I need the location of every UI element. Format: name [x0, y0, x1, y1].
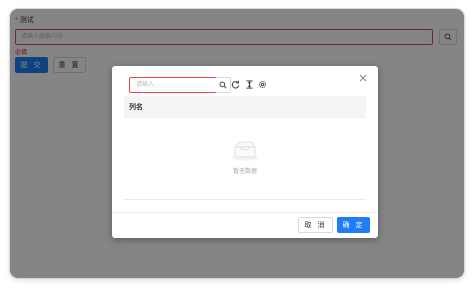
modal-footer-divider: [112, 212, 378, 213]
settings-button[interactable]: [257, 79, 267, 89]
close-icon: [359, 74, 367, 82]
settings-icon: [258, 80, 266, 88]
column-height-icon: [245, 79, 253, 89]
modal-search-input[interactable]: 请输入: [129, 77, 217, 93]
empty-text: 暂无数据: [232, 169, 257, 175]
table-divider: [124, 199, 366, 200]
select-modal: 请输入 列名 暂无数据 取 消 确 定: [112, 66, 378, 238]
ok-button[interactable]: 确 定: [337, 217, 370, 233]
refresh-icon: [231, 80, 239, 89]
empty-box-icon: [232, 141, 258, 161]
refresh-button[interactable]: [230, 79, 240, 89]
cancel-button[interactable]: 取 消: [298, 217, 333, 233]
density-button[interactable]: [244, 79, 254, 89]
close-button[interactable]: [358, 73, 368, 83]
modal-search-button[interactable]: [216, 77, 231, 93]
table-header: 列名: [124, 96, 366, 118]
app-window: * 测试 请输入搜索内容 必填 提 交 重 置 请输入 列名 暂无数据 取 消 …: [10, 9, 464, 278]
search-icon: [219, 81, 227, 89]
column-header-name: 列名: [129, 104, 143, 111]
